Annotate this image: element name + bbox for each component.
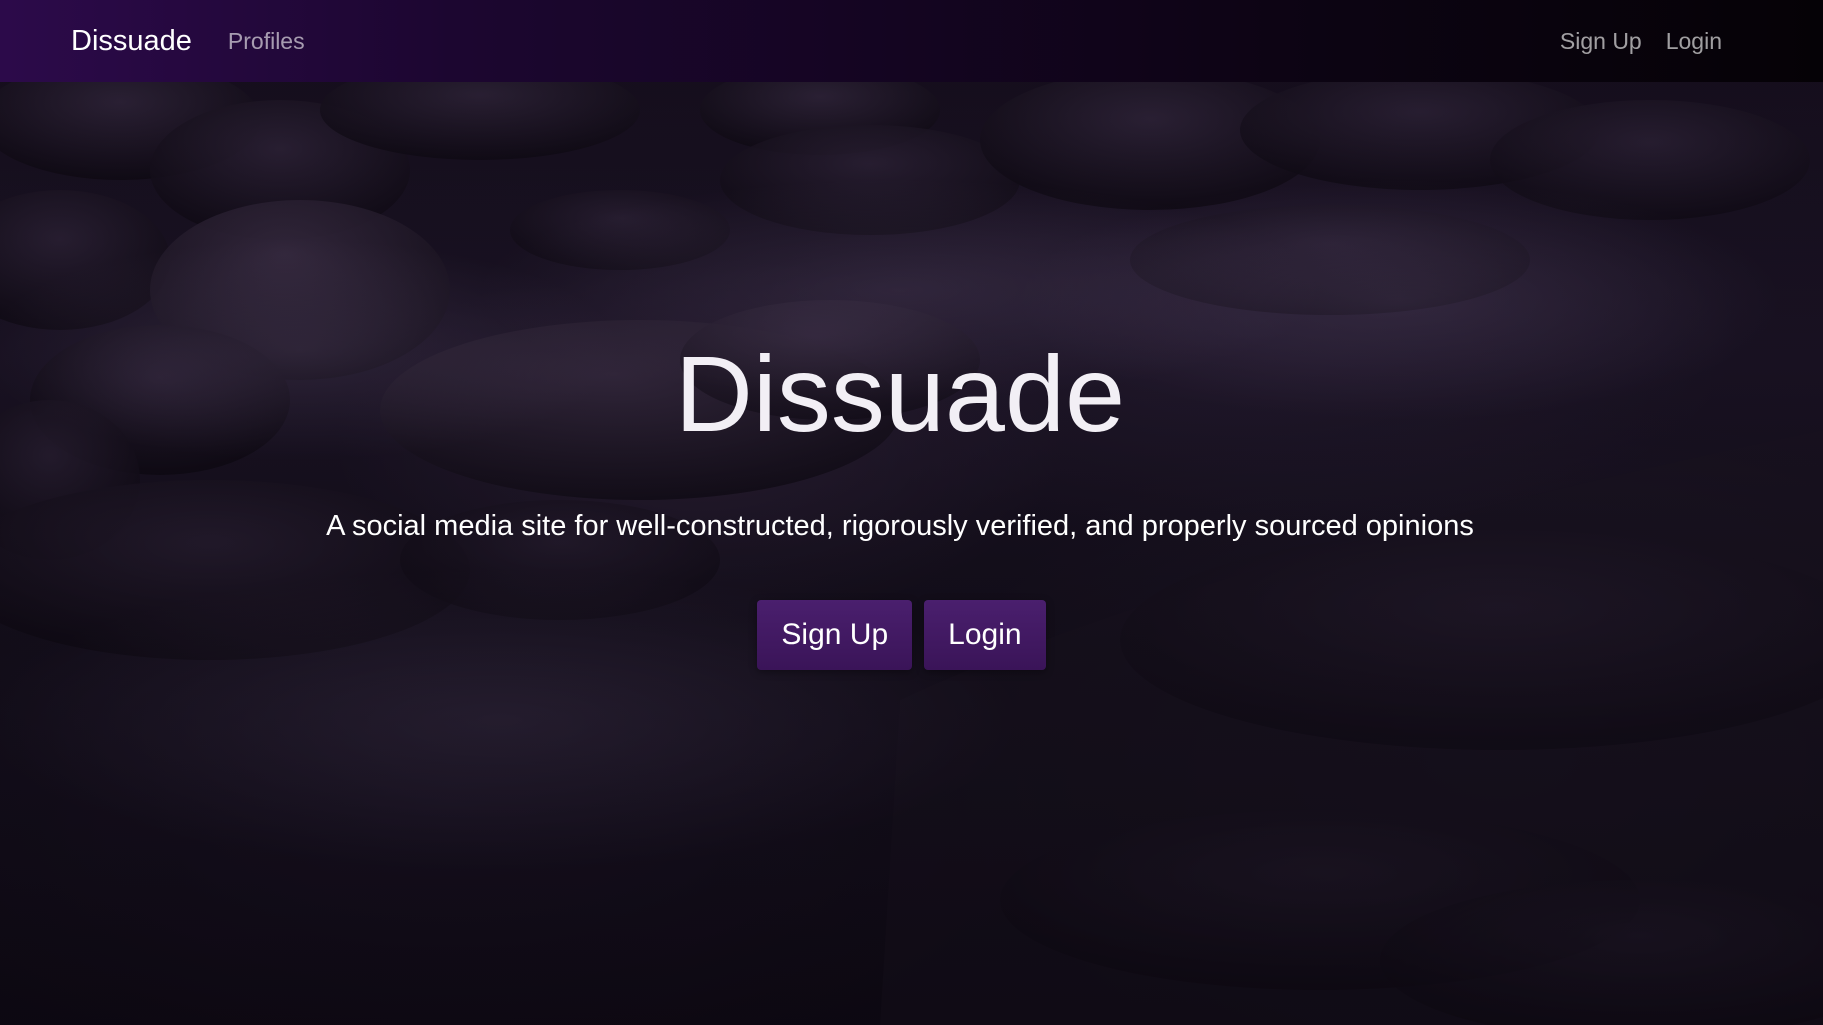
- top-navbar: Dissuade Profiles Sign Up Login: [0, 0, 1823, 82]
- nav-link-profiles[interactable]: Profiles: [228, 29, 305, 53]
- hero-title: Dissuade: [674, 333, 1126, 454]
- nav-right-group: Sign Up Login: [1560, 29, 1722, 53]
- nav-link-login[interactable]: Login: [1666, 29, 1722, 53]
- hero-section: Dissuade A social media site for well-co…: [0, 0, 1823, 1025]
- brand-link[interactable]: Dissuade: [71, 26, 192, 56]
- landing-page: Dissuade Profiles Sign Up Login Dissuade…: [0, 0, 1823, 1025]
- signup-button[interactable]: Sign Up: [757, 600, 913, 670]
- nav-link-signup[interactable]: Sign Up: [1560, 29, 1642, 53]
- login-button[interactable]: Login: [924, 600, 1046, 670]
- hero-subtitle: A social media site for well-constructed…: [326, 510, 1474, 542]
- hero-buttons: Sign Up Login: [0, 600, 1803, 670]
